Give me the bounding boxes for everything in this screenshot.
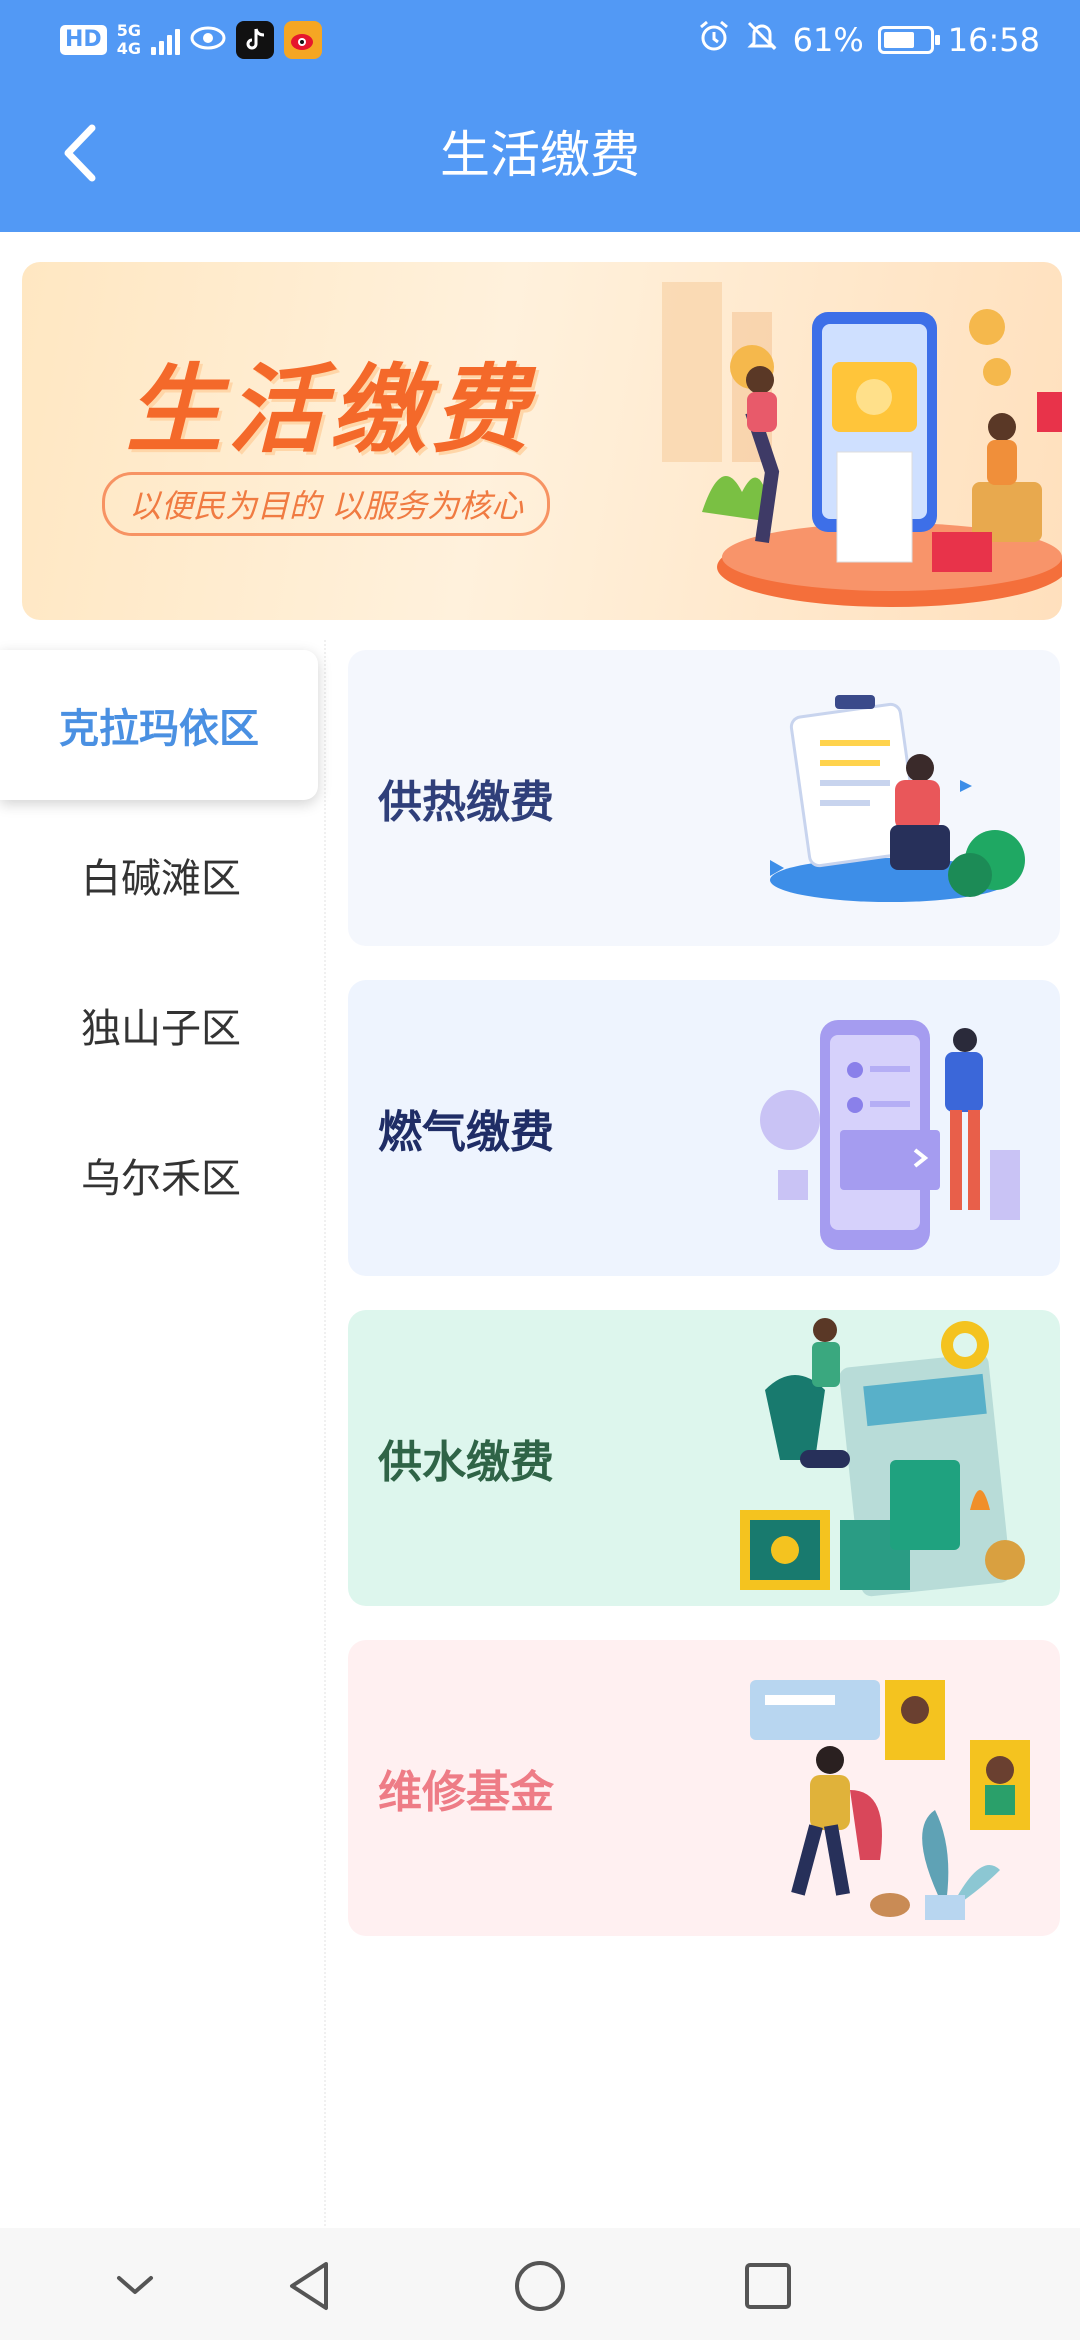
clock: 16:58 [947,21,1040,59]
app-header: HD 5G 4G 61% 16:58 生活缴费 [0,0,1080,232]
triangle-back-icon [290,2262,328,2310]
mute-bell-icon [745,19,779,61]
water-illustration [740,1318,1025,1597]
sidebar-item-dushanzi[interactable]: 独山子区 [0,950,322,1100]
home-button[interactable] [510,2256,570,2316]
sidebar-item-karamay[interactable]: 克拉玛依区 [0,650,318,800]
tiktok-icon [235,21,274,59]
maintenance-illustration [750,1680,1030,1920]
payment-illustration [662,282,1062,607]
sidebar-item-label: 克拉玛依区 [59,706,259,752]
card-title: 燃气缴费 [378,1107,554,1158]
network-5g-label: 5G [116,21,141,40]
card-title: 供热缴费 [378,777,554,828]
gas-illustration [760,1020,1020,1250]
status-left: HD 5G 4G [60,20,322,60]
card-title: 维修基金 [378,1767,554,1818]
hd-badge: HD [60,25,107,55]
collapse-button[interactable] [105,2256,165,2316]
status-bar: HD 5G 4G 61% 16:58 [0,0,1080,80]
battery-percent: 61% [792,21,864,59]
maintenance-fund-card[interactable]: 维修基金 [348,1640,1060,1936]
sidebar-item-urho[interactable]: 乌尔禾区 [0,1100,322,1250]
page-title: 生活缴费 [440,126,640,184]
sidebar-item-baijiantan[interactable]: 白碱滩区 [0,800,322,950]
card-title: 供水缴费 [378,1437,554,1488]
network-type: 5G 4G [117,22,141,58]
heating-illustration [770,695,1025,902]
alarm-icon [697,19,731,61]
sidebar-item-label: 独山子区 [81,1006,241,1052]
banner-slogan: 以便民为目的 以服务为核心 [102,472,551,536]
banner-title: 生活缴费 [126,354,534,466]
status-right: 61% 16:58 [697,18,1040,62]
promo-banner[interactable]: 生活缴费 以便民为目的 以服务为核心 [22,262,1062,620]
square-recents-icon [745,2263,791,2309]
weibo-icon [283,21,322,59]
water-payment-card[interactable]: 供水缴费 [348,1310,1060,1606]
recents-button[interactable] [738,2256,798,2316]
signal-icon [150,25,180,55]
sidebar-item-label: 白碱滩区 [81,856,241,902]
system-nav-bar [0,2228,1080,2340]
battery-icon [877,26,940,54]
eye-icon [190,25,226,55]
sidebar-divider [324,640,326,2230]
heating-payment-card[interactable]: 供热缴费 [348,650,1060,946]
gas-payment-card[interactable]: 燃气缴费 [348,980,1060,1276]
network-4g-label: 4G [116,39,141,58]
sidebar-item-label: 乌尔禾区 [81,1156,241,1202]
back-nav-button[interactable] [280,2256,340,2316]
circle-home-icon [515,2261,565,2311]
chevron-down-icon [117,2276,153,2294]
district-sidebar: 克拉玛依区 白碱滩区 独山子区 乌尔禾区 [0,650,322,1250]
